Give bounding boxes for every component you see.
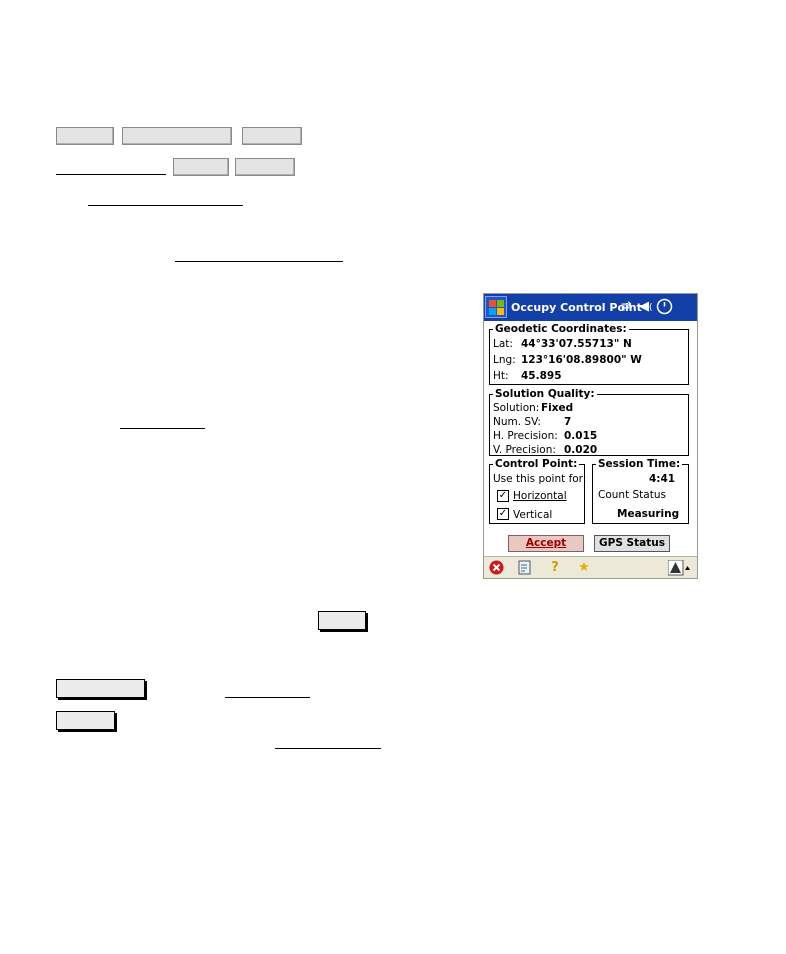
session-time-group: Session Time: 4:41 Count Status Measurin… bbox=[592, 458, 689, 524]
vprec-label: V. Precision: bbox=[493, 444, 556, 456]
redacted-field-1 bbox=[56, 127, 114, 145]
vprec-value: 0.020 bbox=[564, 444, 598, 456]
horizontal-checkbox[interactable]: ✓ bbox=[497, 490, 509, 502]
session-time-value: 4:41 bbox=[649, 473, 676, 485]
session-heading: Session Time: bbox=[596, 458, 683, 470]
blank-line-3 bbox=[175, 261, 343, 262]
help-icon[interactable]: ? bbox=[547, 560, 563, 576]
solution-quality-group: Solution Quality: Solution: Fixed Num. S… bbox=[489, 388, 689, 456]
redacted-field-4 bbox=[173, 158, 229, 176]
redacted-field-6 bbox=[318, 611, 366, 630]
measuring-status: Measuring bbox=[617, 508, 680, 520]
hprec-label: H. Precision: bbox=[493, 430, 558, 442]
vertical-checkbox[interactable]: ✓ bbox=[497, 508, 509, 520]
control-point-heading: Control Point: bbox=[493, 458, 580, 470]
blank-line-5 bbox=[225, 697, 310, 698]
ht-value: 45.895 bbox=[521, 370, 562, 382]
use-point-label: Use this point for: bbox=[493, 473, 587, 485]
accept-button[interactable]: Accept bbox=[508, 535, 584, 552]
favorites-icon[interactable]: ★ bbox=[576, 560, 592, 576]
lat-value: 44°33'07.55713" N bbox=[521, 338, 632, 350]
vertical-label[interactable]: Vertical bbox=[513, 509, 552, 521]
input-panel-icon[interactable] bbox=[667, 559, 690, 576]
blank-line-2 bbox=[88, 205, 243, 206]
speaker-icon[interactable]: ◀︎( bbox=[639, 299, 653, 316]
redacted-field-5 bbox=[235, 158, 295, 176]
redacted-field-7 bbox=[56, 679, 145, 698]
title-bar: Occupy Control Point ⇄ ◀︎( bbox=[484, 294, 697, 321]
blank-line-4 bbox=[120, 428, 205, 429]
blank-line-6 bbox=[275, 748, 381, 749]
numsv-value: 7 bbox=[564, 416, 572, 428]
redacted-field-3 bbox=[242, 127, 302, 145]
close-icon[interactable] bbox=[488, 560, 504, 576]
horizontal-label[interactable]: Horizontal bbox=[513, 490, 567, 502]
device-screenshot: Occupy Control Point ⇄ ◀︎( Geodetic Coor… bbox=[483, 293, 698, 579]
lng-label: Lng: bbox=[493, 354, 516, 366]
count-status-label: Count Status bbox=[598, 489, 666, 501]
geodetic-heading: Geodetic Coordinates: bbox=[493, 323, 629, 335]
solution-heading: Solution Quality: bbox=[493, 388, 597, 400]
blank-line-1 bbox=[56, 174, 166, 175]
clock-icon[interactable] bbox=[656, 298, 673, 320]
connectivity-icon[interactable]: ⇄ bbox=[621, 299, 632, 315]
lat-label: Lat: bbox=[493, 338, 513, 350]
numsv-label: Num. SV: bbox=[493, 416, 541, 428]
geodetic-coordinates-group: Geodetic Coordinates: Lat: 44°33'07.5571… bbox=[489, 323, 689, 385]
windows-start-icon[interactable] bbox=[485, 296, 507, 318]
notes-icon[interactable] bbox=[517, 560, 533, 576]
solution-label: Solution: bbox=[493, 402, 540, 414]
solution-value: Fixed bbox=[541, 402, 574, 414]
lng-value: 123°16'08.89800" W bbox=[521, 354, 642, 366]
control-point-group: Control Point: Use this point for: ✓ Hor… bbox=[489, 458, 587, 524]
gps-status-button[interactable]: GPS Status bbox=[594, 535, 670, 552]
hprec-value: 0.015 bbox=[564, 430, 598, 442]
redacted-field-2 bbox=[122, 127, 232, 145]
command-bar: ? ★ bbox=[484, 556, 697, 578]
ht-label: Ht: bbox=[493, 370, 509, 382]
redacted-field-8 bbox=[56, 711, 115, 730]
